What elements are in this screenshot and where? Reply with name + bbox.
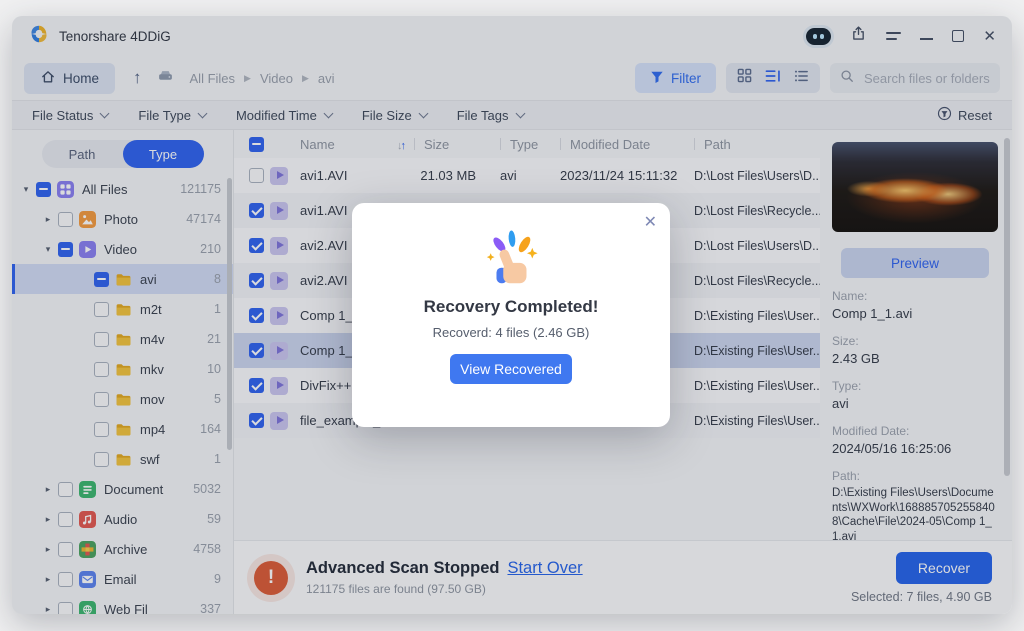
thumbs-up-celebration-icon <box>352 229 670 289</box>
recovery-completed-modal: ✕ Recovery Completed! Recoverd: 4 files … <box>352 203 670 427</box>
modal-close-icon[interactable]: ✕ <box>644 212 657 232</box>
view-recovered-button[interactable]: View Recovered <box>450 354 572 384</box>
modal-title: Recovery Completed! <box>352 297 670 317</box>
modal-subtitle: Recoverd: 4 files (2.46 GB) <box>352 325 670 340</box>
